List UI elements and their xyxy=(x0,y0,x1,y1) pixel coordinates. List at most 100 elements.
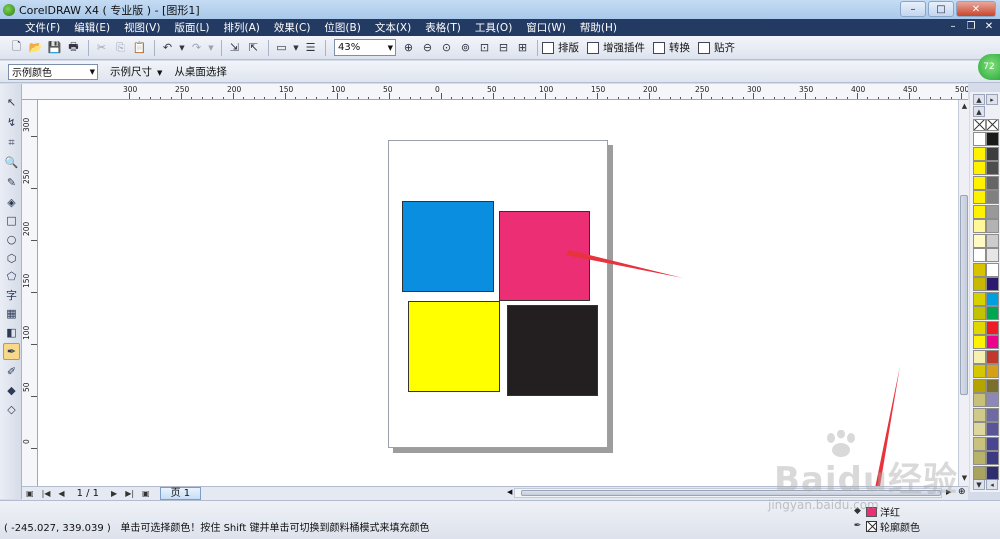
palette-swatch[interactable] xyxy=(973,161,986,175)
open-folder-icon[interactable]: 📂 xyxy=(27,39,44,56)
palette-swatch[interactable] xyxy=(973,407,986,422)
palette-swatch[interactable] xyxy=(986,291,999,306)
rectangle-tool-icon[interactable]: □ xyxy=(3,212,20,229)
zoom-in-icon[interactable]: ⊕ xyxy=(400,39,417,56)
palette-swatch[interactable] xyxy=(986,277,999,291)
palette-swatch[interactable] xyxy=(986,436,999,451)
menu-file[interactable]: 文件(F) xyxy=(18,20,67,35)
palette-expand-icon[interactable]: ◂ xyxy=(986,479,998,490)
doc-close-button[interactable]: ✕ xyxy=(982,20,996,34)
pick-tool-icon[interactable]: ↖ xyxy=(3,94,20,111)
scroll-up-icon[interactable]: ▲ xyxy=(959,102,970,110)
zoom-selected-icon[interactable]: ⊙ xyxy=(438,39,455,56)
doc-minimize-button[interactable]: – xyxy=(946,20,960,34)
palette-swatch[interactable] xyxy=(973,422,986,436)
palette-scroll-down-icon[interactable]: ▼ xyxy=(973,479,985,490)
outline-tool-icon[interactable]: ✐ xyxy=(3,363,20,380)
palette-swatch[interactable] xyxy=(986,233,999,248)
palette-swatch[interactable] xyxy=(973,248,986,262)
palette-swatch[interactable] xyxy=(986,262,999,277)
export-icon[interactable]: ⇱ xyxy=(245,39,262,56)
launcher-dropdown-icon[interactable]: ▼ xyxy=(292,39,300,56)
menu-text[interactable]: 文本(X) xyxy=(368,20,418,35)
palette-swatch[interactable] xyxy=(986,320,999,335)
next-page-icon[interactable]: ▶ xyxy=(111,489,117,498)
vertical-scroll-thumb[interactable] xyxy=(960,195,968,395)
palette-swatch[interactable] xyxy=(986,146,999,161)
palette-scroll-up-icon[interactable]: ▲ xyxy=(973,94,985,105)
palette-swatch[interactable] xyxy=(973,132,986,146)
import-icon[interactable]: ⇲ xyxy=(226,39,243,56)
palette-swatch[interactable] xyxy=(973,190,986,204)
undo-icon[interactable]: ↶ xyxy=(159,39,176,56)
palette-swatch[interactable] xyxy=(973,175,986,190)
interactive-fill-tool-icon[interactable]: ◇ xyxy=(3,401,20,418)
side-badge-icon[interactable]: 72 xyxy=(978,54,1000,80)
palette-swatch[interactable] xyxy=(986,132,999,146)
cyan-square[interactable] xyxy=(402,201,494,292)
menu-bitmaps[interactable]: 位图(B) xyxy=(317,20,367,35)
scroll-left-icon[interactable]: ◀ xyxy=(507,488,512,496)
new-document-icon[interactable]: 🗋 xyxy=(8,39,25,56)
menu-window[interactable]: 窗口(W) xyxy=(519,20,573,35)
palette-swatch[interactable] xyxy=(986,219,999,233)
palette-scroll-up-icon[interactable]: ▲ xyxy=(973,106,985,117)
redo-dropdown-icon[interactable]: ▼ xyxy=(207,39,215,56)
fill-color-indicator[interactable]: ◆ 洋红 xyxy=(852,504,900,519)
palette-swatch[interactable] xyxy=(973,262,986,277)
previous-page-icon[interactable]: ◀ xyxy=(58,489,64,498)
eyedropper-tool-icon[interactable]: ✒ xyxy=(3,343,20,360)
navigator-zoom-icon[interactable]: ⊕ xyxy=(958,487,966,497)
palette-swatch[interactable] xyxy=(973,364,986,378)
minimize-button[interactable]: – xyxy=(900,1,926,17)
palette-swatch[interactable] xyxy=(973,219,986,233)
black-square[interactable] xyxy=(507,305,598,396)
palette-swatch[interactable] xyxy=(986,393,999,407)
sample-size-dropdown[interactable]: 示例尺寸 ▼ xyxy=(110,64,162,79)
drawing-canvas[interactable] xyxy=(38,100,958,486)
layout-button[interactable]: 排版 xyxy=(542,40,579,55)
zoom-tool-icon[interactable]: 🔍 xyxy=(3,154,20,171)
palette-swatch[interactable] xyxy=(973,277,986,291)
fill-tool-icon[interactable]: ◆ xyxy=(3,382,20,399)
zoom-page-width-icon[interactable]: ⊟ xyxy=(495,39,512,56)
menu-layout[interactable]: 版面(L) xyxy=(167,20,216,35)
palette-swatch[interactable] xyxy=(973,349,986,364)
sample-color-select[interactable]: 示例颜色 ▼ xyxy=(8,63,98,80)
yellow-square[interactable] xyxy=(408,301,500,392)
horizontal-ruler[interactable]: 300 250 200 150 100 50 0 50 100 150 200 250 300 350 40… xyxy=(22,84,968,100)
palette-menu-icon[interactable]: ▸ xyxy=(986,94,998,105)
palette-swatch[interactable] xyxy=(973,146,986,161)
palette-swatch[interactable] xyxy=(986,248,999,262)
palette-swatch[interactable] xyxy=(986,422,999,436)
copy-icon[interactable]: ⎘ xyxy=(112,39,129,56)
save-icon[interactable]: 💾 xyxy=(46,39,63,56)
vertical-scrollbar[interactable]: ▲ ▼ xyxy=(958,100,969,486)
palette-swatch[interactable] xyxy=(986,175,999,190)
crop-tool-icon[interactable]: ⌗ xyxy=(3,134,20,151)
first-page-icon[interactable]: |◀ xyxy=(42,489,51,498)
palette-swatch[interactable] xyxy=(973,306,986,320)
doc-restore-button[interactable]: ❐ xyxy=(964,20,978,34)
menu-arrange[interactable]: 排列(A) xyxy=(217,20,267,35)
palette-swatch[interactable] xyxy=(986,335,999,349)
horizontal-scrollbar[interactable] xyxy=(514,488,942,498)
vertical-ruler[interactable]: 300 250 200 150 100 50 0 xyxy=(22,100,38,486)
page-options-icon[interactable]: ▣ xyxy=(26,489,34,498)
last-page-icon[interactable]: ▶| xyxy=(125,489,134,498)
select-from-desktop-button[interactable]: 从桌面选择 xyxy=(174,64,227,79)
zoom-level-select[interactable]: 43% ▼ xyxy=(334,39,396,56)
horizontal-scroll-thumb[interactable] xyxy=(521,490,941,496)
palette-swatch[interactable] xyxy=(986,378,999,393)
zoom-out-icon[interactable]: ⊖ xyxy=(419,39,436,56)
plugins-button[interactable]: 增强插件 xyxy=(587,40,645,55)
close-button[interactable]: ✕ xyxy=(956,1,996,17)
palette-swatch[interactable] xyxy=(986,190,999,204)
snap-button[interactable]: 贴齐 xyxy=(698,40,735,55)
basic-shapes-tool-icon[interactable]: ⬠ xyxy=(3,268,20,285)
palette-swatch[interactable] xyxy=(986,306,999,320)
palette-swatch[interactable] xyxy=(973,378,986,393)
palette-swatch[interactable] xyxy=(973,451,986,465)
print-icon[interactable]: 🖶 xyxy=(65,39,82,56)
menu-effects[interactable]: 效果(C) xyxy=(267,20,318,35)
